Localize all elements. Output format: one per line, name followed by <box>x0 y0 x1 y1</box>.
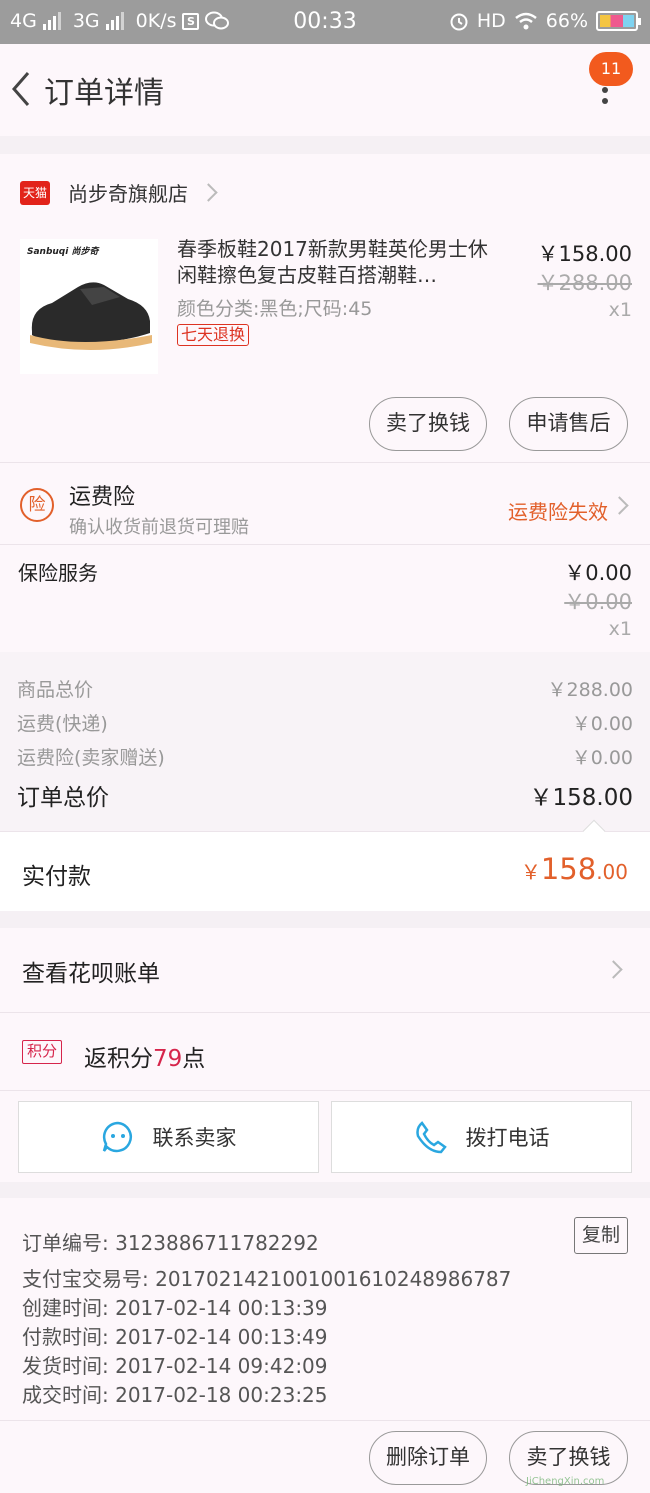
huabei-bill-label: 查看花呗账单 <box>22 961 160 987</box>
freight-insurance-row[interactable]: 险 运费险 确认收货前退货可理赔 运费险失效 <box>0 462 650 544</box>
alipay-transaction-number: 支付宝交易号: 2017021421001001610248986787 <box>22 1267 512 1291</box>
battery-icon <box>596 11 641 31</box>
product-image[interactable]: Sanbuqi 尚步奇 <box>20 239 158 374</box>
product-image-brand: Sanbuqi 尚步奇 <box>27 247 99 257</box>
shipped-time: 发货时间: 2017-02-14 09:42:09 <box>22 1354 328 1378</box>
points-prefix: 返积分 <box>84 1046 153 1072</box>
back-arrow-icon[interactable] <box>10 70 32 108</box>
order-total-value: ￥158.00 <box>529 785 633 811</box>
actual-payment-label: 实付款 <box>22 864 91 890</box>
actual-payment-row: 实付款 ￥158.00 <box>0 819 650 911</box>
hd-indicator: HD <box>476 10 506 32</box>
points-badge: 积分 <box>22 1040 63 1064</box>
phone-icon <box>415 1121 447 1154</box>
contact-row: 联系卖家 拨打电话 <box>0 1090 650 1182</box>
contact-seller-button[interactable]: 联系卖家 <box>18 1101 319 1173</box>
summary-row: 运费险(卖家赠送) ￥0.00 <box>17 743 633 770</box>
status-bar: 4G 3G 0K/s S 00:33 HD 66% <box>0 0 650 44</box>
huabei-bill-row[interactable]: 查看花呗账单 <box>0 928 650 1012</box>
product-original-price: ￥288.00 <box>537 271 632 295</box>
insurance-service-label: 保险服务 <box>18 561 98 585</box>
insurance-service-original-price: ￥0.00 <box>564 590 632 614</box>
points-suffix: 点 <box>182 1046 206 1072</box>
freight-insurance-status: 运费险失效 <box>508 500 608 524</box>
product-title[interactable]: 春季板鞋2017新款男鞋英伦男士休闲鞋擦色复古皮鞋百搭潮鞋… <box>177 236 495 288</box>
insurance-service-row: 保险服务 ￥0.00 ￥0.00 x1 <box>0 544 650 652</box>
call-phone-label: 拨打电话 <box>465 1126 550 1150</box>
paid-time: 付款时间: 2017-02-14 00:13:49 <box>22 1325 328 1349</box>
contact-seller-label: 联系卖家 <box>152 1126 237 1150</box>
page-title: 订单详情 <box>44 76 164 111</box>
chevron-right-icon <box>610 496 629 515</box>
points-text: 返积分79点 <box>84 1039 205 1073</box>
sell-button[interactable]: 卖了换钱 <box>369 397 487 451</box>
product-price: ￥158.00 <box>537 242 632 266</box>
summary-value: ￥288.00 <box>547 679 633 701</box>
chevron-right-icon <box>604 960 623 979</box>
wifi-icon <box>514 12 537 30</box>
tmall-badge: 天猫 <box>20 180 50 205</box>
watermark: JiChengXin.com <box>526 1476 605 1487</box>
summary-row: 运费(快递) ￥0.00 <box>17 709 633 736</box>
summary-value: ￥0.00 <box>571 713 633 735</box>
shoe-icon <box>30 282 152 350</box>
summary-label: 商品总价 <box>17 679 94 701</box>
summary-row: 商品总价 ￥288.00 <box>17 675 633 702</box>
created-time: 创建时间: 2017-02-14 00:13:39 <box>22 1296 328 1320</box>
product-card: 天猫 尚步奇旗舰店 Sanbuqi 尚步奇 春季板鞋2017新款男鞋英伦男士休闲… <box>0 154 650 462</box>
battery-percent: 66% <box>545 10 588 32</box>
freight-insurance-subtitle: 确认收货前退货可理赔 <box>69 517 249 538</box>
points-row: 积分 返积分79点 <box>0 1012 650 1090</box>
order-number: 订单编号: 3123886711782292 <box>22 1231 319 1255</box>
navigation-bar: 订单详情 11 <box>0 44 650 136</box>
actual-payment-value: ￥158.00 <box>521 852 628 886</box>
shop-name: 尚步奇旗舰店 <box>68 182 188 206</box>
summary-value: ￥0.00 <box>571 747 633 769</box>
insurance-service-quantity: x1 <box>608 618 632 640</box>
payment-integer: 158 <box>540 852 597 886</box>
chat-bubble-icon <box>102 1121 132 1153</box>
summary-label: 运费(快递) <box>17 713 108 735</box>
call-phone-button[interactable]: 拨打电话 <box>331 1101 632 1173</box>
alarm-icon <box>450 13 468 31</box>
payment-currency: ￥ <box>520 860 541 884</box>
notification-badge: 11 <box>589 52 633 86</box>
copy-order-number-button[interactable]: 复制 <box>574 1217 628 1254</box>
after-sale-button[interactable]: 申请售后 <box>509 397 628 451</box>
payment-decimal: .00 <box>596 860 628 884</box>
freight-insurance-title: 运费险 <box>69 485 136 510</box>
completed-time: 成交时间: 2017-02-18 00:23:25 <box>22 1383 328 1407</box>
price-summary: 商品总价 ￥288.00 运费(快递) ￥0.00 运费险(卖家赠送) ￥0.0… <box>0 652 650 832</box>
product-quantity: x1 <box>608 299 632 321</box>
product-attributes: 颜色分类:黑色;尺码:45 <box>177 298 373 320</box>
chevron-right-icon <box>199 183 218 202</box>
insurance-service-price: ￥0.00 <box>564 561 632 585</box>
seven-day-return-tag: 七天退换 <box>177 324 250 346</box>
order-total-label: 订单总价 <box>17 785 109 811</box>
summary-label: 运费险(卖家赠送) <box>17 747 165 769</box>
delete-order-button[interactable]: 删除订单 <box>369 1431 487 1485</box>
insurance-icon: 险 <box>20 488 54 522</box>
order-total-row: 订单总价 ￥158.00 <box>17 778 633 812</box>
shop-link[interactable]: 天猫 尚步奇旗舰店 <box>20 178 218 207</box>
points-amount: 79 <box>153 1046 183 1072</box>
